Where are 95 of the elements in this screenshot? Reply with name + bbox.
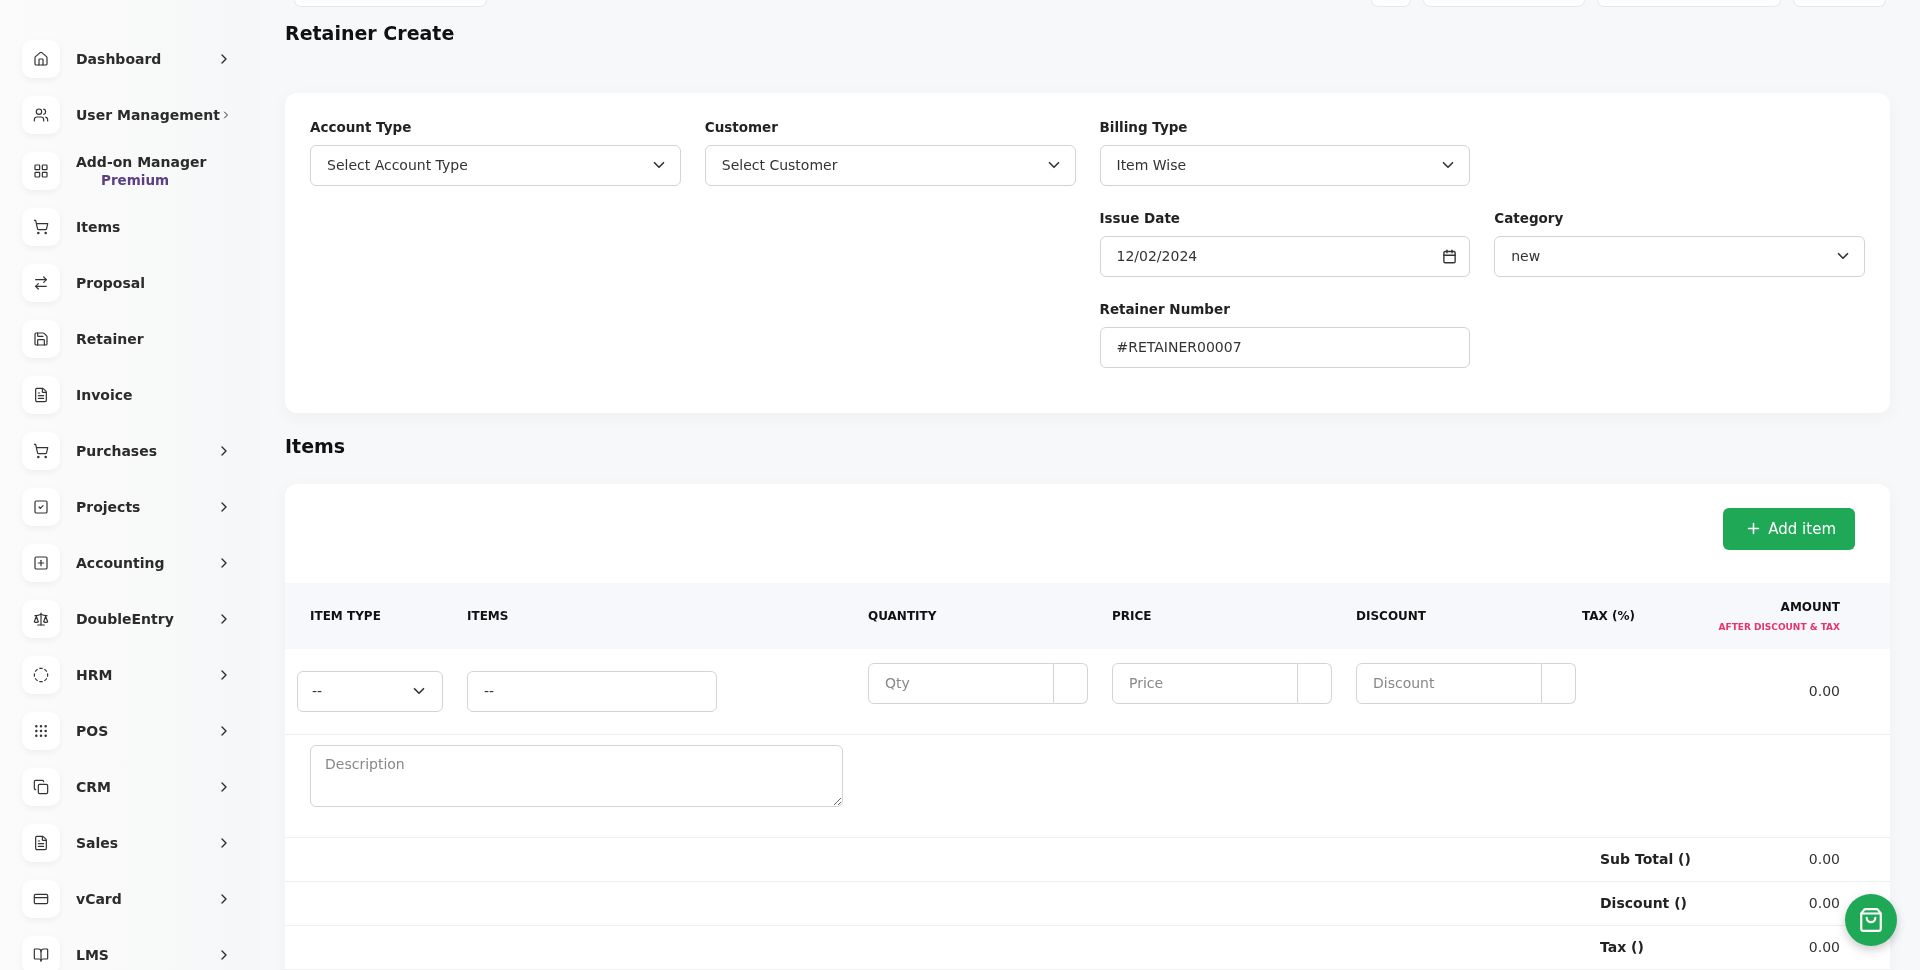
sidebar-item[interactable]: POS [22, 703, 232, 759]
sidebar-label: CRM [76, 779, 112, 795]
scale-icon [22, 600, 60, 638]
copy-icon [22, 768, 60, 806]
sidebar-label: Add-on Manager [76, 154, 208, 170]
item-type-select[interactable]: -- [297, 671, 443, 712]
grid-icon [22, 152, 60, 190]
sidebar-label: Projects [76, 499, 142, 515]
total-value: 0.00 [1807, 851, 1840, 868]
page-title: Retainer Create [285, 21, 456, 46]
header-button[interactable] [294, 0, 487, 7]
book-icon [22, 936, 60, 970]
column-header: AMOUNT [1780, 600, 1840, 614]
sidebar-item[interactable]: Purchases [22, 423, 232, 479]
select-field[interactable]: new [1494, 235, 1865, 277]
sidebar-label: HRM [76, 667, 114, 683]
shopping-bag-icon [1858, 907, 1884, 933]
column-header: ITEMS [467, 609, 509, 623]
header-button[interactable] [1371, 0, 1411, 7]
sidebar-label: LMS [76, 947, 110, 963]
description-field[interactable]: Description [310, 745, 843, 807]
sidebar-item[interactable]: CRM [22, 759, 232, 815]
dots-grid-icon [22, 712, 60, 750]
total-value: 0.00 [1807, 939, 1840, 956]
total-label: Tax () [1600, 939, 1645, 956]
sidebar-label: Sales [76, 835, 120, 851]
price-field[interactable]: Price [1112, 663, 1298, 704]
column-header: DISCOUNT [1356, 609, 1427, 623]
field-label: Retainer Number [1099, 300, 1231, 317]
input-addon [1542, 663, 1576, 704]
sidebar-label: Items [76, 219, 122, 235]
grid-plus-icon [22, 544, 60, 582]
select-field[interactable]: Select Account Type [310, 144, 681, 186]
premium-label: Premium [101, 172, 171, 188]
sidebar-item[interactable]: Accounting [22, 535, 232, 591]
field-label: Billing Type [1099, 118, 1189, 135]
sidebar-label: Proposal [76, 275, 146, 291]
sidebar-item[interactable]: vCard [22, 871, 232, 927]
discount-field[interactable]: Discount [1356, 663, 1542, 704]
sidebar-item[interactable]: Invoice [22, 367, 232, 423]
sidebar-label: Dashboard [76, 51, 163, 67]
sidebar-label: Retainer [76, 331, 145, 347]
sidebar-item[interactable]: Dashboard [22, 31, 232, 87]
select-field[interactable]: Select Customer [704, 144, 1076, 186]
card-icon [22, 880, 60, 918]
sidebar-label: User Management [76, 107, 221, 123]
users-icon [22, 96, 60, 134]
sidebar-item[interactable]: Add-on Manager Premium [22, 143, 232, 199]
input-addon [1298, 663, 1332, 704]
checkbox-icon [22, 488, 60, 526]
date-field[interactable]: 12/02/2024 [1099, 235, 1471, 277]
sidebar-item[interactable]: LMS [22, 927, 232, 970]
amount-value: 0.00 [1807, 683, 1840, 700]
sidebar-label: Accounting [76, 555, 166, 571]
field-label: Customer [704, 118, 779, 135]
sidebar-item[interactable]: Projects [22, 479, 232, 535]
cart-icon [22, 432, 60, 470]
total-label: Discount () [1600, 895, 1688, 912]
cart-icon [22, 208, 60, 246]
items-field[interactable]: -- [467, 671, 717, 712]
column-header: QUANTITY [868, 609, 937, 623]
sidebar-item[interactable]: Sales [22, 815, 232, 871]
column-header: ITEM TYPE [310, 609, 381, 623]
field-label: Account Type [310, 118, 413, 135]
total-value: 0.00 [1807, 895, 1840, 912]
quantity-field[interactable]: Qty [868, 663, 1054, 704]
field-label: Issue Date [1099, 209, 1181, 226]
input-field[interactable]: #RETAINER00007 [1099, 326, 1471, 368]
input-addon [1054, 663, 1088, 704]
sidebar-item[interactable]: Retainer [22, 311, 232, 367]
sidebar-label: POS [76, 723, 110, 739]
column-header: PRICE [1112, 609, 1152, 623]
sidebar-label: Invoice [76, 387, 134, 403]
sidebar-label: DoubleEntry [76, 611, 175, 627]
column-note: AFTER DISCOUNT & TAX [1718, 622, 1840, 632]
section-title: Items [285, 434, 347, 459]
sidebar-item[interactable]: Items [22, 199, 232, 255]
sidebar-item[interactable]: User Management [22, 87, 232, 143]
column-header: TAX (%) [1582, 609, 1635, 623]
home-icon [22, 40, 60, 78]
header-button[interactable] [1423, 0, 1585, 7]
calendar-icon [1442, 248, 1458, 264]
header-button[interactable] [1597, 0, 1781, 7]
select-field[interactable]: Item Wise [1099, 144, 1471, 186]
total-label: Sub Total () [1600, 851, 1692, 868]
header-button[interactable] [1793, 0, 1886, 7]
document-icon [22, 376, 60, 414]
document-icon [22, 824, 60, 862]
sidebar-label: vCard [76, 891, 123, 907]
arrows-icon [22, 264, 60, 302]
sidebar-label: Purchases [76, 443, 158, 459]
field-label: Category [1494, 209, 1565, 226]
sidebar-item[interactable]: HRM [22, 647, 232, 703]
sidebar-item[interactable]: DoubleEntry [22, 591, 232, 647]
sidebar-item[interactable]: Proposal [22, 255, 232, 311]
